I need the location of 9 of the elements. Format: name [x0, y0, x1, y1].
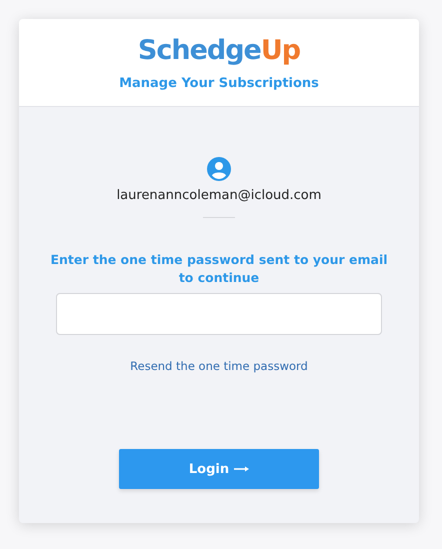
arrow-icon [234, 466, 250, 472]
user-icon [207, 157, 231, 181]
instruction-text: Enter the one time password sent to your email to continue [49, 251, 389, 287]
otp-field[interactable] [56, 293, 382, 335]
page-subtitle: Manage Your Subscriptions [119, 76, 319, 91]
resend-link[interactable]: Resend the one time password [130, 359, 308, 373]
logo: SchedgeUp [138, 34, 300, 68]
login-button[interactable]: Login [119, 449, 319, 489]
account-email: laurenanncoleman@icloud.com [116, 188, 322, 203]
